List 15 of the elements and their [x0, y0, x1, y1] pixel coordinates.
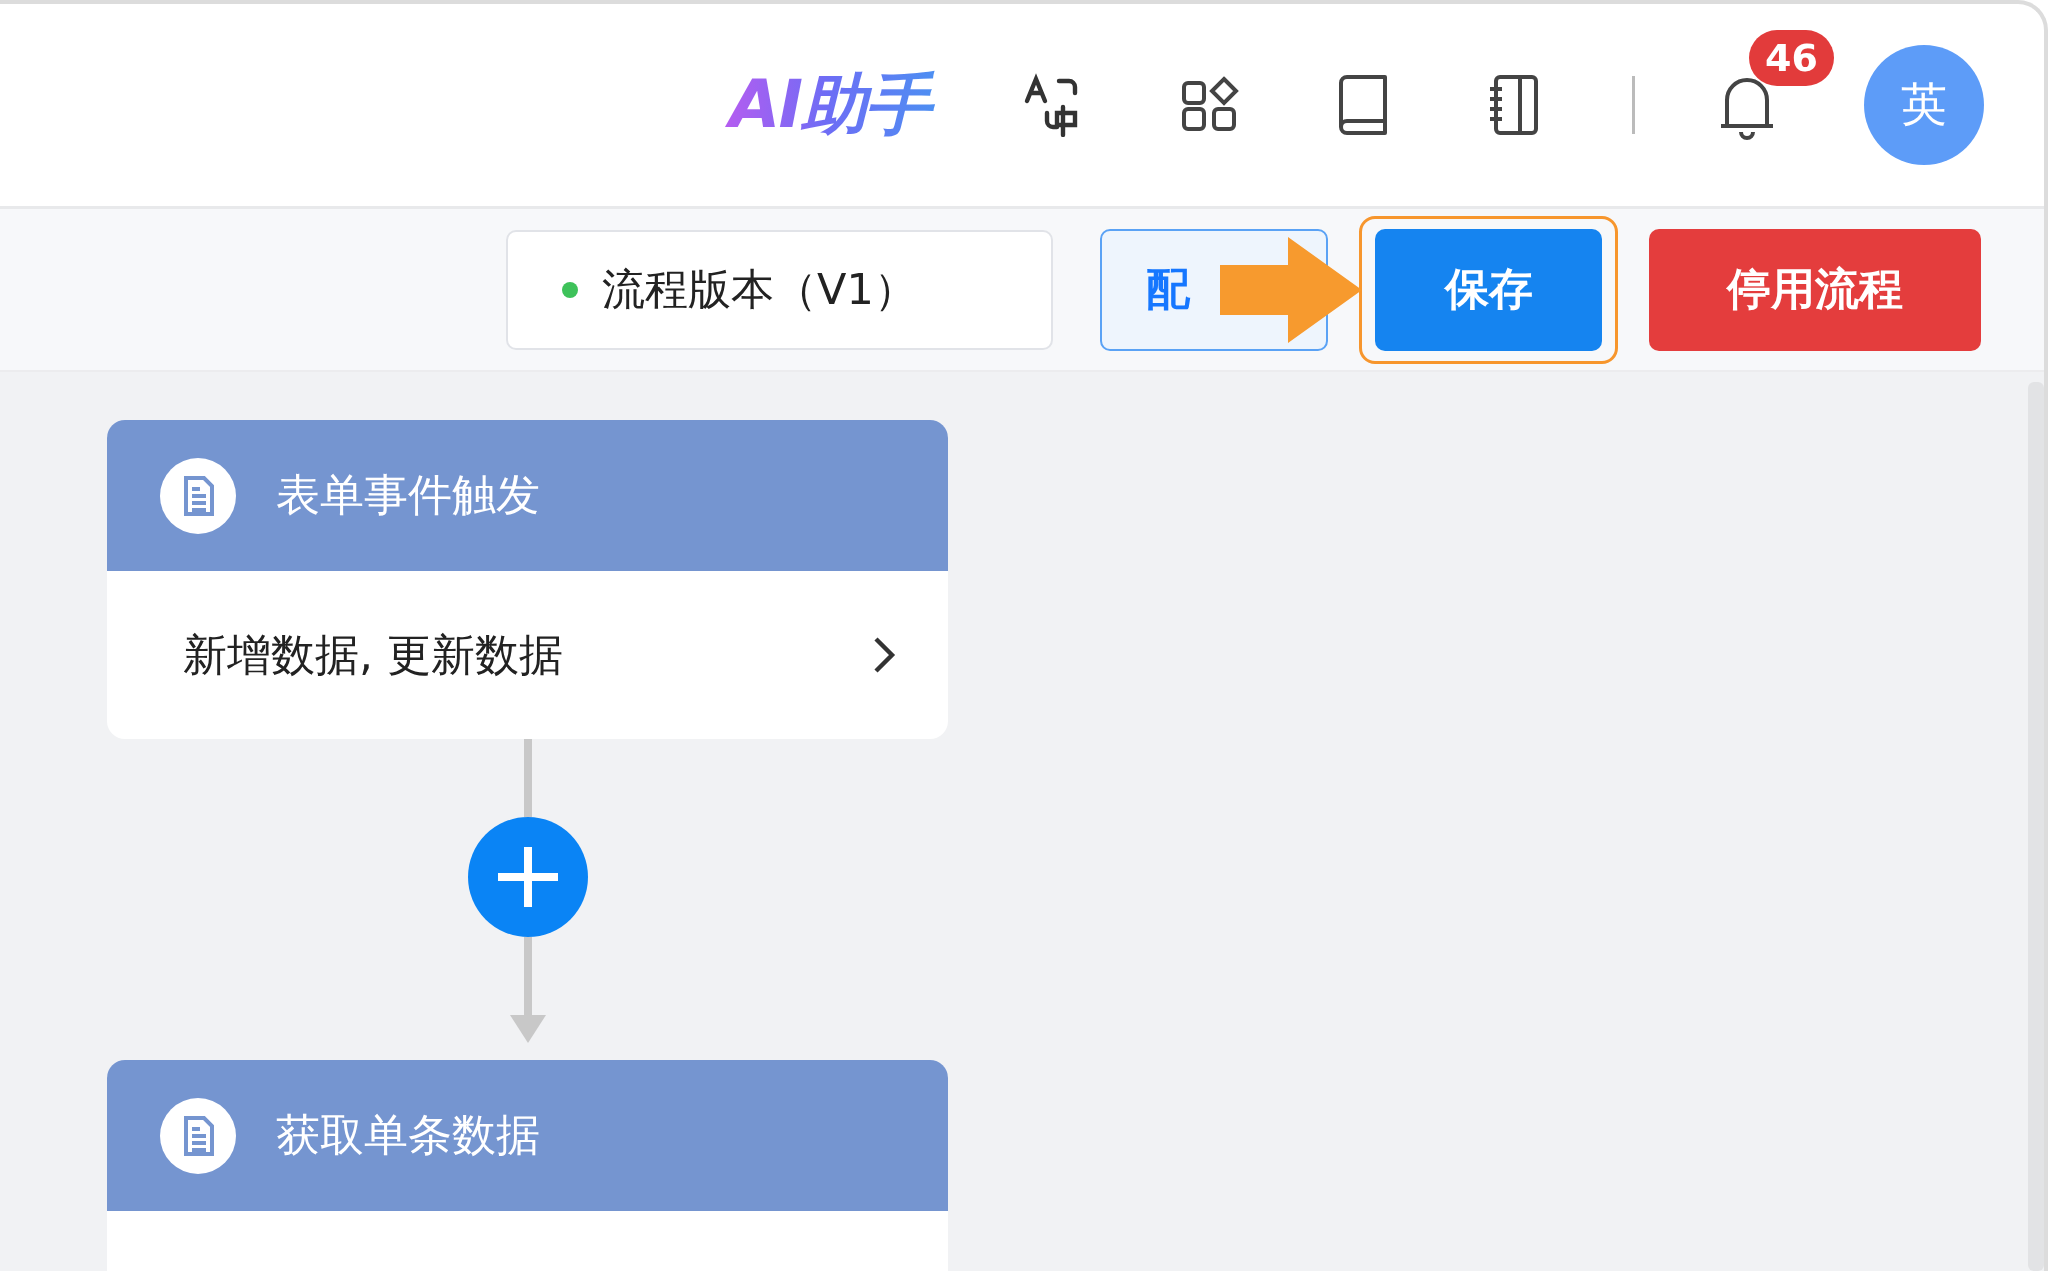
document-icon: [160, 1097, 236, 1174]
node-header[interactable]: 表单事件触发: [107, 420, 948, 571]
node-body[interactable]: 新增数据, 更新数据: [107, 571, 948, 739]
version-selector[interactable]: 流程版本（V1）: [506, 229, 1053, 350]
trigger-summary: 新增数据, 更新数据: [183, 627, 563, 682]
disable-flow-button[interactable]: 停用流程: [1649, 228, 1981, 351]
node-header[interactable]: 获取单条数据: [107, 1060, 948, 1211]
save-button[interactable]: 保存: [1375, 228, 1602, 351]
user-avatar[interactable]: 英: [1864, 45, 1984, 165]
document-icon: [160, 457, 236, 534]
scrollbar[interactable]: [2028, 382, 2044, 1271]
chevron-right-icon: [872, 635, 896, 675]
node-title: 获取单条数据: [276, 1108, 540, 1162]
node-title: 表单事件触发: [276, 468, 540, 522]
notification-count-badge: 46: [1749, 30, 1834, 86]
